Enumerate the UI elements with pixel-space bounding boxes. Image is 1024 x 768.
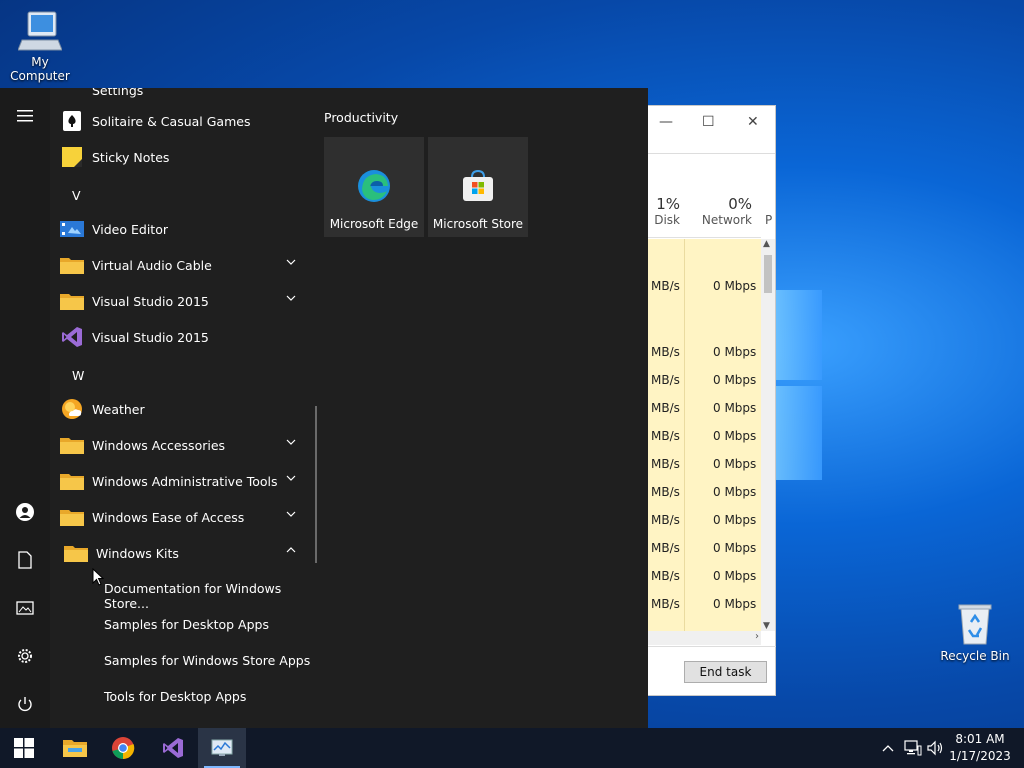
title-bar: — ☐ ✕ (641, 106, 775, 154)
task-manager-icon (211, 739, 233, 756)
chevron-down-icon[interactable] (286, 295, 296, 301)
app-windows-accessories[interactable]: Windows Accessories (60, 429, 304, 461)
chevron-down-icon[interactable] (286, 511, 296, 517)
tile-group-title[interactable]: Productivity (324, 110, 398, 125)
app-visual-studio-folder[interactable]: Visual Studio 2015 (60, 285, 304, 317)
file-explorer-icon (63, 740, 87, 757)
app-windows-kits[interactable]: Windows Kits (64, 537, 308, 569)
taskbar: 8:01 AM 1/17/2023 (0, 728, 1024, 768)
folder-icon (64, 541, 88, 565)
app-weather[interactable]: Weather (60, 393, 304, 425)
folder-icon (60, 505, 84, 529)
sticky-note-icon (60, 145, 84, 169)
app-list: Settings Solitaire & Casual Games Sticky… (50, 88, 316, 728)
app-visual-studio[interactable]: Visual Studio 2015 (60, 321, 304, 353)
computer-icon (18, 11, 62, 51)
app-list-scrollbar[interactable] (315, 406, 317, 563)
folder-icon (60, 289, 84, 313)
subitem-samples-desktop[interactable]: Samples for Desktop Apps (104, 617, 269, 632)
desktop-icon-label: Recycle Bin (940, 649, 1010, 663)
subitem-samples-store[interactable]: Samples for Windows Store Apps (104, 653, 310, 668)
app-video-editor[interactable]: Video Editor (60, 213, 304, 245)
close-icon[interactable]: ✕ (747, 114, 759, 130)
edge-icon (358, 170, 390, 202)
start-menu: Settings Solitaire & Casual Games Sticky… (0, 88, 648, 728)
app-settings-partial[interactable]: Settings (60, 88, 304, 106)
weather-icon (60, 397, 84, 421)
section-letter-w[interactable]: W (72, 368, 84, 383)
tile-microsoft-store[interactable]: Microsoft Store (428, 137, 528, 237)
video-icon (60, 217, 84, 241)
hamburger-menu-icon[interactable] (10, 101, 40, 131)
settings-gear-icon[interactable] (10, 641, 40, 671)
settings-gear-icon (60, 88, 84, 102)
folder-icon (60, 469, 84, 493)
app-virtual-audio-cable[interactable]: Virtual Audio Cable (60, 249, 304, 281)
folder-icon (60, 433, 84, 457)
end-task-button[interactable]: End task (684, 661, 767, 683)
app-windows-administrative-tools[interactable]: Windows Administrative Tools (60, 465, 304, 497)
documents-icon[interactable] (10, 545, 40, 575)
clock-date: 1/17/2023 (949, 749, 1011, 763)
chevron-down-icon[interactable] (286, 439, 296, 445)
show-hidden-icons-chevron-icon[interactable] (878, 738, 898, 758)
maximize-icon[interactable]: ☐ (702, 114, 715, 130)
mouse-cursor-icon (92, 568, 104, 586)
subitem-tools-desktop[interactable]: Tools for Desktop Apps (104, 689, 246, 704)
task-manager-window: — ☐ ✕ (640, 105, 776, 696)
cards-icon (60, 109, 84, 133)
tile-microsoft-edge[interactable]: Microsoft Edge (324, 137, 424, 237)
minimize-icon[interactable]: — (659, 114, 673, 130)
windows-wallpaper-logo (776, 290, 822, 480)
taskbar-clock[interactable]: 8:01 AM 1/17/2023 (944, 731, 1016, 765)
pictures-icon[interactable] (10, 593, 40, 623)
visual-studio-icon (163, 738, 183, 758)
network-icon[interactable] (903, 738, 923, 758)
start-icon (14, 738, 34, 758)
folder-icon (60, 253, 84, 277)
subitem-documentation[interactable]: Documentation for Windows Store... (104, 581, 316, 611)
desktop-icon-recycle-bin[interactable]: Recycle Bin (935, 602, 1015, 663)
recycle-bin-icon (958, 604, 992, 645)
taskbar-chrome[interactable] (99, 728, 147, 768)
taskbar-visual-studio[interactable] (149, 728, 197, 768)
user-account-icon[interactable] (10, 497, 40, 527)
chevron-down-icon[interactable] (286, 259, 296, 265)
app-sticky-notes[interactable]: Sticky Notes (60, 141, 304, 173)
desktop-icon-my-computer[interactable]: My Computer (0, 10, 80, 83)
chevron-down-icon[interactable] (286, 475, 296, 481)
taskbar-file-explorer[interactable] (51, 728, 99, 768)
start-button[interactable] (0, 728, 48, 768)
section-letter-v[interactable]: V (72, 188, 81, 203)
start-rail (0, 88, 50, 728)
store-icon (463, 169, 493, 201)
chevron-up-icon[interactable] (286, 547, 296, 553)
desktop-icon-label: My Computer (10, 55, 70, 83)
chrome-icon (112, 737, 135, 760)
power-icon[interactable] (10, 689, 40, 719)
app-windows-ease-of-access[interactable]: Windows Ease of Access (60, 501, 304, 533)
clock-time: 8:01 AM (955, 732, 1005, 746)
app-solitaire[interactable]: Solitaire & Casual Games (60, 105, 304, 137)
taskbar-task-manager[interactable] (198, 728, 246, 768)
volume-icon[interactable] (926, 738, 946, 758)
visual-studio-icon (60, 325, 84, 349)
